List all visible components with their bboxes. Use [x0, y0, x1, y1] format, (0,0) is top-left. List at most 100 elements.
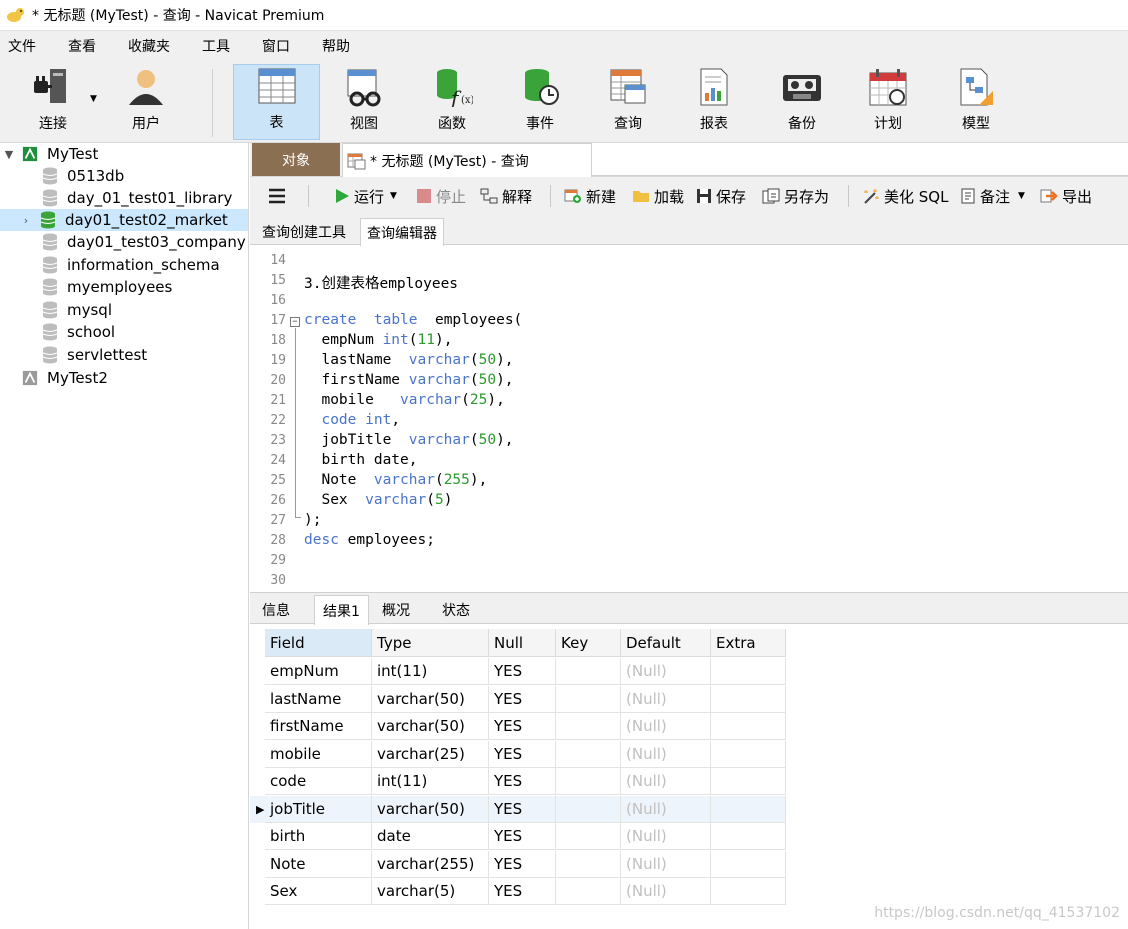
cell-default[interactable]: (Null): [621, 823, 711, 850]
tab-result1[interactable]: 结果1: [314, 595, 369, 625]
cell-key[interactable]: [556, 878, 621, 905]
cell-extra[interactable]: [711, 740, 786, 768]
tab-profile[interactable]: 概况: [374, 595, 418, 625]
tree-db-day_01_test01_library[interactable]: day_01_test01_library: [0, 187, 248, 209]
run-button[interactable]: 运行 ▼: [334, 177, 397, 215]
column-header-field[interactable]: Field: [265, 629, 372, 657]
cell-key[interactable]: [556, 795, 621, 823]
cell-key[interactable]: [556, 768, 621, 795]
cell-type[interactable]: varchar(255): [372, 850, 489, 878]
cell-null[interactable]: YES: [489, 823, 556, 850]
cell-field[interactable]: Sex: [265, 878, 372, 905]
cell-null[interactable]: YES: [489, 768, 556, 795]
cell-field[interactable]: empNum: [265, 658, 372, 685]
cell-null[interactable]: YES: [489, 878, 556, 905]
user-button[interactable]: 用户: [116, 64, 176, 140]
tab-query-builder[interactable]: 查询创建工具: [256, 218, 352, 245]
cell-type[interactable]: int(11): [372, 658, 489, 685]
export-button[interactable]: 导出: [1040, 177, 1092, 215]
cell-field[interactable]: code: [265, 768, 372, 795]
save-button[interactable]: 保存: [696, 177, 746, 215]
connect-button[interactable]: 连接: [22, 64, 84, 140]
cell-extra[interactable]: [711, 713, 786, 740]
cell-extra[interactable]: [711, 658, 786, 685]
menu-tools[interactable]: 工具: [202, 36, 230, 56]
cell-field[interactable]: Note: [265, 850, 372, 878]
beautify-sql-button[interactable]: 美化 SQL: [862, 177, 948, 215]
schedule-button[interactable]: 计划: [860, 64, 916, 140]
model-button[interactable]: 模型: [948, 64, 1004, 140]
cell-extra[interactable]: [711, 768, 786, 795]
report-button[interactable]: 报表: [686, 64, 742, 140]
tree-db-myemployees[interactable]: myemployees: [0, 276, 248, 298]
menu-favorites[interactable]: 收藏夹: [128, 36, 170, 56]
run-dropdown-icon[interactable]: ▼: [390, 191, 397, 201]
cell-type[interactable]: varchar(25): [372, 740, 489, 768]
table-button[interactable]: 表: [233, 64, 320, 140]
tab-info[interactable]: 信息: [254, 595, 298, 625]
table-row[interactable]: mobile varchar(25) YES (Null): [250, 740, 786, 768]
table-row[interactable]: firstName varchar(50) YES (Null): [250, 713, 786, 740]
tree-db-0513db[interactable]: 0513db: [0, 165, 248, 187]
tree-db-school[interactable]: school: [0, 321, 248, 343]
column-header-extra[interactable]: Extra: [711, 629, 786, 657]
tab-status[interactable]: 状态: [434, 595, 478, 625]
cell-field[interactable]: jobTitle: [265, 795, 372, 823]
query-button[interactable]: 查询: [600, 64, 656, 140]
connect-dropdown-icon[interactable]: ▼: [90, 94, 97, 104]
cell-key[interactable]: [556, 685, 621, 713]
cell-extra[interactable]: [711, 823, 786, 850]
result-grid[interactable]: Field Type Null Key Default Extra empNum…: [250, 625, 1128, 929]
cell-field[interactable]: birth: [265, 823, 372, 850]
cell-key[interactable]: [556, 850, 621, 878]
tab-query[interactable]: * 无标题 (MyTest) - 查询: [342, 143, 592, 177]
cell-default[interactable]: (Null): [621, 850, 711, 878]
tab-query-editor[interactable]: 查询编辑器: [360, 218, 444, 246]
tree-db-information_schema[interactable]: information_schema: [0, 254, 248, 276]
stop-button[interactable]: 停止: [416, 177, 466, 215]
cell-null[interactable]: YES: [489, 658, 556, 685]
tab-objects[interactable]: 对象: [252, 143, 340, 176]
sql-editor[interactable]: 14 15 16 17 18 19 20 21 22 23 24 25 26 2…: [250, 246, 1128, 592]
column-header-default[interactable]: Default: [621, 629, 711, 657]
hamburger-menu-icon[interactable]: [268, 177, 290, 215]
tree-connection-mytest[interactable]: ▼ MyTest: [0, 143, 248, 165]
backup-button[interactable]: 备份: [774, 64, 830, 140]
cell-type[interactable]: varchar(5): [372, 878, 489, 905]
save-as-button[interactable]: 另存为: [762, 177, 829, 215]
cell-null[interactable]: YES: [489, 795, 556, 823]
column-header-type[interactable]: Type: [372, 629, 489, 657]
cell-default[interactable]: (Null): [621, 740, 711, 768]
tree-db-day01_test02_market[interactable]: › day01_test02_market: [0, 209, 248, 231]
new-button[interactable]: 新建: [564, 177, 616, 215]
cell-default[interactable]: (Null): [621, 878, 711, 905]
function-button[interactable]: f(x) 函数: [424, 64, 480, 140]
cell-type[interactable]: date: [372, 823, 489, 850]
cell-type[interactable]: int(11): [372, 768, 489, 795]
cell-key[interactable]: [556, 713, 621, 740]
table-row[interactable]: Note varchar(255) YES (Null): [250, 850, 786, 878]
table-row[interactable]: birth date YES (Null): [250, 823, 786, 850]
view-button[interactable]: 视图: [336, 64, 392, 140]
cell-null[interactable]: YES: [489, 685, 556, 713]
note-dropdown-icon[interactable]: ▼: [1018, 191, 1025, 201]
tree-db-day01_test03_company[interactable]: day01_test03_company: [0, 231, 248, 253]
cell-extra[interactable]: [711, 685, 786, 713]
event-button[interactable]: 事件: [512, 64, 568, 140]
cell-key[interactable]: [556, 658, 621, 685]
explain-button[interactable]: 解释: [480, 177, 532, 215]
cell-key[interactable]: [556, 740, 621, 768]
expand-chevron-icon[interactable]: ▼: [2, 148, 16, 161]
fold-toggle-icon[interactable]: −: [290, 317, 300, 327]
cell-key[interactable]: [556, 823, 621, 850]
load-button[interactable]: 加载: [632, 177, 684, 215]
menu-window[interactable]: 窗口: [262, 36, 290, 56]
cell-default[interactable]: (Null): [621, 795, 711, 823]
cell-type[interactable]: varchar(50): [372, 685, 489, 713]
tree-connection-mytest2[interactable]: MyTest2: [0, 367, 248, 389]
note-button[interactable]: 备注 ▼: [960, 177, 1025, 215]
table-row[interactable]: code int(11) YES (Null): [250, 768, 786, 795]
menu-view[interactable]: 查看: [68, 36, 96, 56]
column-header-key[interactable]: Key: [556, 629, 621, 657]
cell-extra[interactable]: [711, 878, 786, 905]
